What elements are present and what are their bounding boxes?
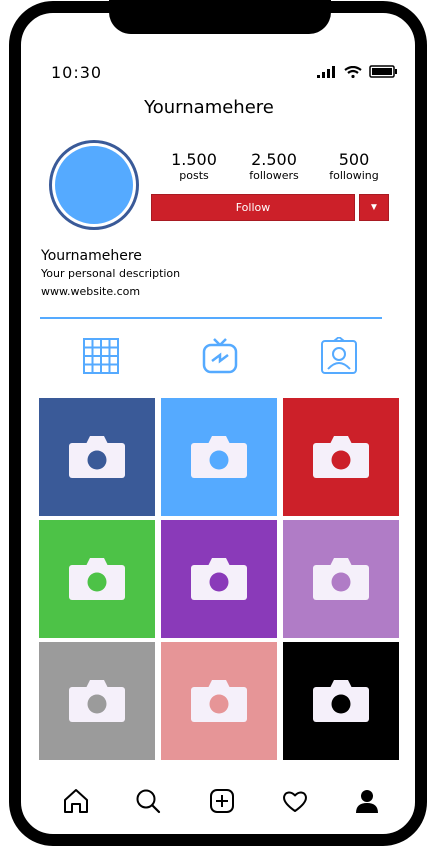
bottom-nav	[21, 787, 417, 819]
camera-icon	[191, 680, 247, 722]
add-post-icon[interactable]	[208, 787, 236, 815]
phone-notch	[109, 0, 331, 34]
battery-icon	[369, 65, 397, 78]
stat-value: 2.500	[251, 150, 297, 169]
camera-icon	[313, 558, 369, 600]
follow-button[interactable]: Follow	[151, 194, 355, 221]
post-tile[interactable]	[161, 642, 277, 760]
suggestions-dropdown-button[interactable]: ▼	[359, 194, 389, 221]
stat-posts[interactable]: 1.500 posts	[167, 151, 221, 183]
bio-description: Your personal description	[41, 267, 181, 280]
avatar-image	[55, 146, 133, 224]
post-grid	[39, 398, 401, 760]
stat-label: posts	[179, 169, 209, 182]
camera-icon	[191, 558, 247, 600]
camera-icon	[191, 436, 247, 478]
home-icon[interactable]	[62, 787, 90, 815]
post-tile[interactable]	[283, 520, 399, 638]
post-tile[interactable]	[283, 642, 399, 760]
igtv-icon[interactable]	[201, 337, 239, 375]
post-tile[interactable]	[39, 398, 155, 516]
screen: 10:30 Yournamehere 1.500 posts 2.500 fol…	[21, 13, 417, 834]
camera-icon	[313, 680, 369, 722]
camera-icon	[69, 558, 125, 600]
post-tile[interactable]	[39, 642, 155, 760]
camera-icon	[69, 680, 125, 722]
stat-value: 500	[338, 150, 370, 169]
stat-followers[interactable]: 2.500 followers	[241, 151, 307, 183]
post-tile[interactable]	[39, 520, 155, 638]
post-tile[interactable]	[161, 398, 277, 516]
stat-value: 1.500	[171, 150, 217, 169]
profile-username: Yournamehere	[144, 97, 274, 118]
camera-icon	[69, 436, 125, 478]
grid-icon[interactable]	[82, 337, 120, 375]
bio-website-link[interactable]: www.website.com	[41, 285, 140, 298]
post-tile[interactable]	[283, 398, 399, 516]
status-time: 10:30	[51, 63, 103, 82]
signal-icon	[317, 65, 335, 78]
bio-name: Yournamehere	[41, 248, 142, 264]
search-icon[interactable]	[134, 787, 162, 815]
avatar[interactable]	[49, 140, 139, 230]
post-tile[interactable]	[161, 520, 277, 638]
tagged-icon[interactable]	[320, 337, 358, 375]
stat-label: followers	[249, 169, 299, 182]
status-icons	[317, 65, 398, 78]
stat-following[interactable]: 500 following	[321, 151, 387, 183]
tab-divider	[40, 317, 382, 319]
camera-icon	[313, 436, 369, 478]
activity-heart-icon[interactable]	[281, 787, 309, 815]
wifi-icon	[344, 65, 362, 78]
stat-label: following	[329, 169, 379, 182]
profile-icon[interactable]	[353, 787, 381, 815]
